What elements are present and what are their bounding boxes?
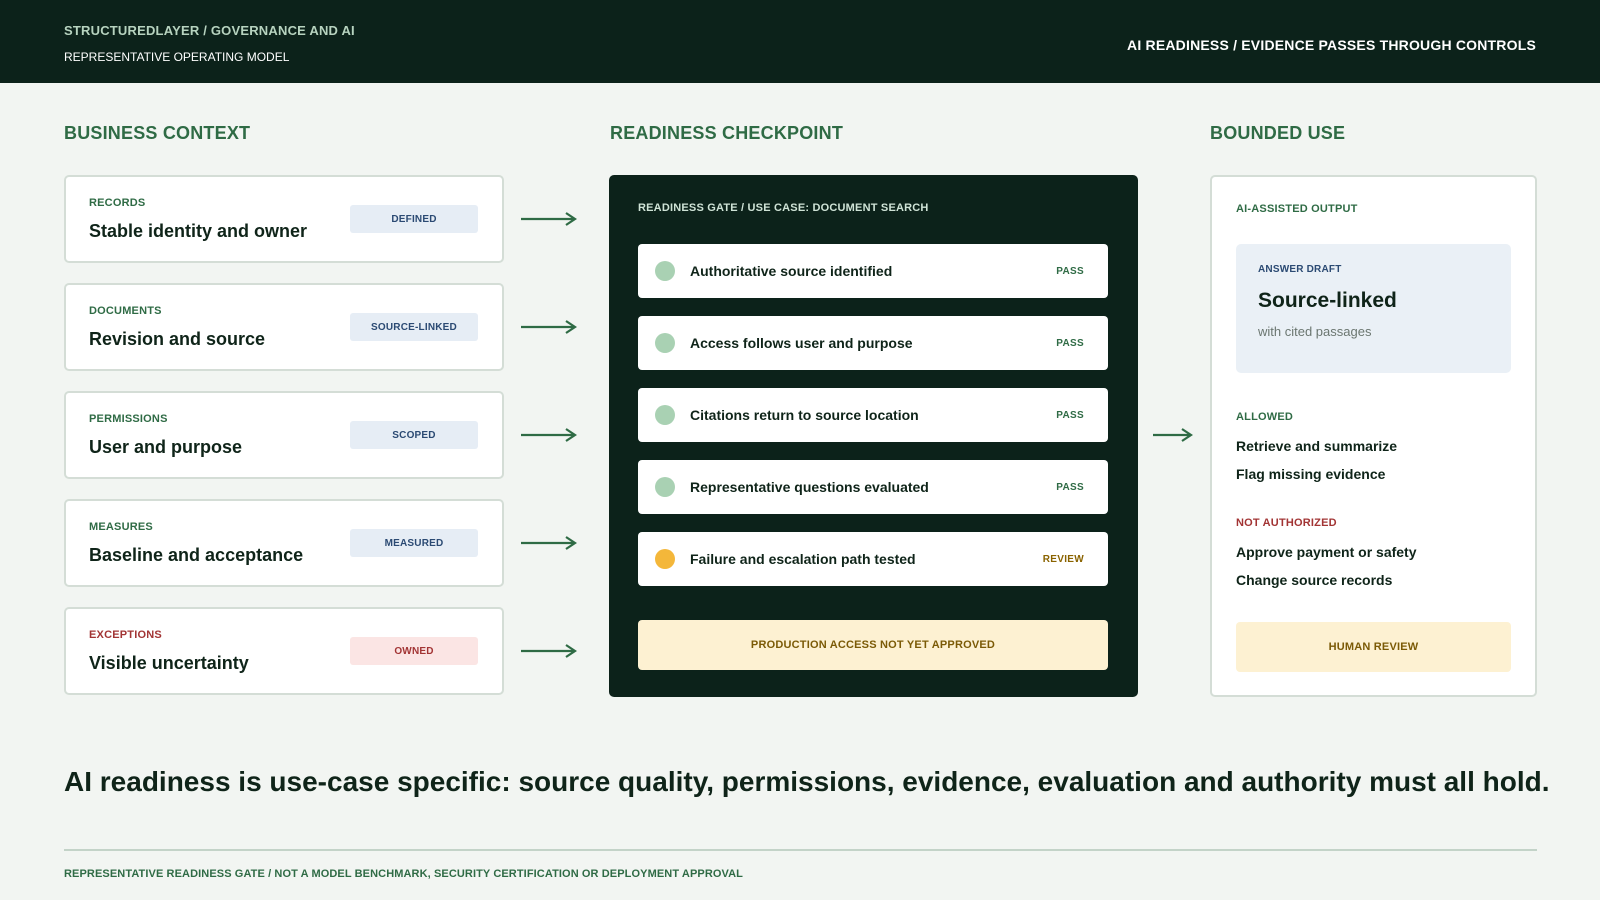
arrow-right-icon bbox=[1153, 428, 1193, 442]
status-dot-icon bbox=[655, 261, 675, 281]
not-authorized-item: Approve payment or safety bbox=[1236, 544, 1417, 560]
context-card-title: Baseline and acceptance bbox=[89, 545, 304, 565]
human-review-banner: HUMAN REVIEW bbox=[1236, 622, 1511, 672]
context-card-records: RECORDS Stable identity and owner DEFINE… bbox=[64, 175, 504, 263]
answer-draft-label: ANSWER DRAFT bbox=[1258, 264, 1342, 275]
arrow-right-icon bbox=[521, 212, 577, 226]
check-status: REVIEW bbox=[1042, 554, 1084, 565]
production-access-banner: PRODUCTION ACCESS NOT YET APPROVED bbox=[638, 620, 1108, 670]
readiness-gate-label: READINESS GATE / USE CASE: DOCUMENT SEAR… bbox=[638, 202, 929, 214]
status-dot-icon bbox=[655, 477, 675, 497]
arrow-right-icon bbox=[521, 644, 577, 658]
check-status: PASS bbox=[1056, 482, 1084, 493]
context-card-label: EXCEPTIONS bbox=[89, 629, 162, 641]
bounded-use-panel: AI-ASSISTED OUTPUT ANSWER DRAFT Source-l… bbox=[1210, 175, 1537, 697]
arrow-right-icon bbox=[521, 320, 577, 334]
column-heading-bounded-use: BOUNDED USE bbox=[1210, 123, 1346, 143]
answer-draft-subtitle: with cited passages bbox=[1258, 324, 1372, 339]
headline: AI readiness is use-case specific: sourc… bbox=[64, 766, 1550, 797]
not-authorized-item: Change source records bbox=[1236, 572, 1393, 588]
allowed-item: Retrieve and summarize bbox=[1236, 438, 1398, 454]
context-card-title: Visible uncertainty bbox=[89, 653, 249, 673]
output-label: AI-ASSISTED OUTPUT bbox=[1236, 203, 1358, 215]
status-badge: DEFINED bbox=[350, 205, 478, 233]
check-status: PASS bbox=[1056, 338, 1084, 349]
context-card-title: Revision and source bbox=[89, 329, 266, 349]
top-bar: STRUCTUREDLAYER / GOVERNANCE AND AI REPR… bbox=[0, 0, 1600, 83]
check-text: Representative questions evaluated bbox=[690, 479, 929, 495]
context-card-title: User and purpose bbox=[89, 437, 243, 457]
status-dot-icon bbox=[655, 549, 675, 569]
check-item: Representative questions evaluated PASS bbox=[638, 460, 1108, 514]
status-dot-icon bbox=[655, 333, 675, 353]
check-text: Citations return to source location bbox=[690, 407, 919, 423]
status-badge: MEASURED bbox=[350, 529, 478, 557]
check-status: PASS bbox=[1056, 266, 1084, 277]
not-authorized-label: NOT AUTHORIZED bbox=[1236, 517, 1337, 529]
column-heading-business-context: BUSINESS CONTEXT bbox=[64, 123, 251, 143]
column-heading-readiness-checkpoint: READINESS CHECKPOINT bbox=[610, 123, 844, 143]
check-item: Access follows user and purpose PASS bbox=[638, 316, 1108, 370]
context-card-measures: MEASURES Baseline and acceptance MEASURE… bbox=[64, 499, 504, 587]
readiness-gate-panel: READINESS GATE / USE CASE: DOCUMENT SEAR… bbox=[609, 175, 1138, 697]
check-status: PASS bbox=[1056, 410, 1084, 421]
context-card-title: Stable identity and owner bbox=[89, 221, 308, 241]
context-card-label: DOCUMENTS bbox=[89, 305, 162, 317]
answer-draft-title: Source-linked bbox=[1258, 289, 1397, 312]
footnote: REPRESENTATIVE READINESS GATE / NOT A MO… bbox=[64, 868, 744, 880]
status-badge: SOURCE-LINKED bbox=[350, 313, 478, 341]
status-badge: SCOPED bbox=[350, 421, 478, 449]
context-card-label: MEASURES bbox=[89, 521, 153, 533]
status-badge: OWNED bbox=[350, 637, 478, 665]
allowed-label: ALLOWED bbox=[1236, 411, 1294, 423]
answer-draft-card: ANSWER DRAFT Source-linked with cited pa… bbox=[1236, 244, 1511, 373]
check-item: Citations return to source location PASS bbox=[638, 388, 1108, 442]
check-item: Failure and escalation path tested REVIE… bbox=[638, 532, 1108, 586]
context-card-documents: DOCUMENTS Revision and source SOURCE-LIN… bbox=[64, 283, 504, 371]
status-dot-icon bbox=[655, 405, 675, 425]
divider bbox=[64, 849, 1537, 851]
allowed-item: Flag missing evidence bbox=[1236, 466, 1386, 482]
check-item: Authoritative source identified PASS bbox=[638, 244, 1108, 298]
arrow-right-icon bbox=[521, 428, 577, 442]
arrow-right-icon bbox=[521, 536, 577, 550]
context-card-exceptions: EXCEPTIONS Visible uncertainty OWNED bbox=[64, 607, 504, 695]
check-text: Failure and escalation path tested bbox=[690, 551, 916, 567]
page-section-title: AI READINESS / EVIDENCE PASSES THROUGH C… bbox=[1127, 37, 1536, 53]
context-card-label: PERMISSIONS bbox=[89, 413, 168, 425]
brand-title: STRUCTUREDLAYER / GOVERNANCE AND AI bbox=[64, 23, 355, 38]
check-text: Authoritative source identified bbox=[690, 263, 893, 279]
context-card-label: RECORDS bbox=[89, 197, 146, 209]
check-text: Access follows user and purpose bbox=[690, 335, 913, 351]
brand-subtitle: REPRESENTATIVE OPERATING MODEL bbox=[64, 50, 290, 64]
context-card-permissions: PERMISSIONS User and purpose SCOPED bbox=[64, 391, 504, 479]
